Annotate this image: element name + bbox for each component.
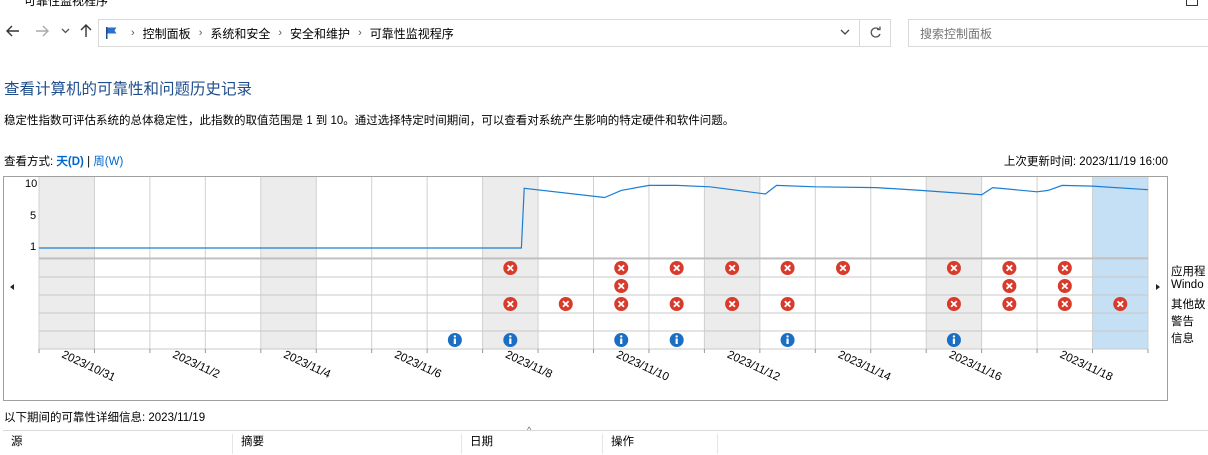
error-icon[interactable]: [614, 297, 629, 311]
info-icon[interactable]: [669, 333, 684, 347]
error-icon[interactable]: [614, 261, 629, 275]
error-icon[interactable]: [1057, 261, 1072, 275]
error-icon[interactable]: [1057, 279, 1072, 293]
details-label: 以下期间的可靠性详细信息: 2023/11/19: [4, 412, 206, 424]
x-axis-label: 2023/11/18: [1058, 349, 1114, 384]
category-label-warnings: 警告: [1171, 316, 1194, 328]
x-axis-label: 2023/11/16: [947, 349, 1003, 384]
day-column-11-19: [1092, 177, 1148, 349]
error-icon[interactable]: [836, 261, 851, 275]
error-icon[interactable]: [669, 261, 684, 275]
reliability-chart-plot: 2023/10/31 2023/11/2 2023/11/4 2023/11/6 202…: [38, 177, 1149, 384]
error-icon[interactable]: [669, 297, 684, 311]
category-label-information: 信息: [1171, 333, 1194, 345]
x-axis-label: 2023/11/4: [282, 349, 333, 381]
details-table-header: 源 摘要 日期 操作: [3, 430, 1208, 455]
info-icon[interactable]: [447, 333, 462, 347]
error-icon[interactable]: [780, 297, 795, 311]
x-axis-label: 2023/11/14: [836, 349, 893, 384]
day-column-10-31: [39, 177, 95, 349]
error-icon[interactable]: [503, 261, 518, 275]
error-icon[interactable]: [780, 261, 795, 275]
column-header-source[interactable]: 源: [3, 434, 233, 454]
x-axis-label: 2023/10/31: [60, 349, 117, 384]
column-header-summary[interactable]: 摘要: [233, 434, 462, 454]
category-label-misc-failures: 其他故: [1171, 299, 1206, 311]
error-icon[interactable]: [1002, 261, 1017, 275]
y-tick-5: 5: [30, 210, 37, 222]
error-icon[interactable]: [1002, 297, 1017, 311]
category-label-app-failures: 应用程: [1171, 266, 1206, 278]
column-header-date[interactable]: 日期: [462, 434, 603, 454]
error-icon[interactable]: [946, 297, 961, 311]
error-icon[interactable]: [725, 297, 740, 311]
x-axis-label: 2023/11/6: [392, 349, 443, 381]
category-label-windows-failures: Windo: [1171, 279, 1204, 291]
x-axis-label: 2023/11/8: [503, 349, 554, 381]
error-icon[interactable]: [614, 279, 629, 293]
error-icon[interactable]: [1057, 297, 1072, 311]
x-axis-label: 2023/11/12: [725, 349, 781, 384]
x-axis-label: 2023/11/2: [171, 349, 222, 381]
error-icon[interactable]: [503, 297, 518, 311]
day-column-11-4: [260, 177, 317, 349]
info-icon[interactable]: [614, 333, 629, 347]
x-axis-label: 2023/11/10: [614, 349, 670, 384]
info-icon[interactable]: [503, 333, 518, 347]
y-tick-10: 10: [25, 178, 38, 190]
info-icon[interactable]: [780, 333, 795, 347]
y-tick-1: 1: [30, 241, 37, 253]
info-icon[interactable]: [946, 333, 961, 347]
error-icon[interactable]: [1002, 279, 1017, 293]
error-icon[interactable]: [1113, 297, 1128, 311]
column-header-action[interactable]: 操作: [603, 434, 718, 454]
error-icon[interactable]: [725, 261, 740, 275]
error-icon[interactable]: [558, 297, 573, 311]
error-icon[interactable]: [946, 261, 961, 275]
